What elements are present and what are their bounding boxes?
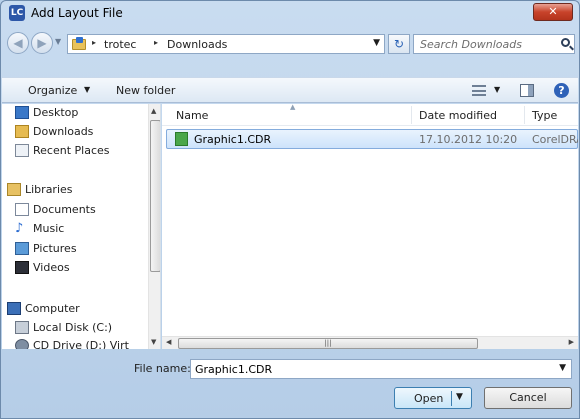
sort-ascending-icon: ▲ xyxy=(290,104,296,111)
local-disk-icon xyxy=(15,321,29,334)
sidebar-item-computer[interactable]: Computer xyxy=(2,300,147,318)
open-options-dropdown-icon[interactable]: ▼ xyxy=(456,392,463,402)
breadcrumb-downloads[interactable]: Downloads xyxy=(167,38,227,51)
close-button[interactable]: ✕ xyxy=(533,3,573,21)
scroll-left-icon[interactable]: ◀ xyxy=(166,338,171,346)
window-title: Add Layout File xyxy=(31,6,123,20)
file-name: Graphic1.CDR xyxy=(194,133,272,146)
sidebar-item-label: Videos xyxy=(33,261,70,274)
forward-button[interactable]: ▶ xyxy=(31,32,53,54)
file-row-graphic1[interactable]: Graphic1.CDR 17.10.2012 10:20 CorelDRAW xyxy=(166,129,578,149)
downloads-folder-icon xyxy=(15,125,29,138)
breadcrumb-separator-icon[interactable]: ▸ xyxy=(92,38,96,47)
address-bar[interactable]: ▸ trotec ▸ Downloads ▼ xyxy=(67,34,385,54)
file-type: CorelDRAW xyxy=(532,133,578,146)
close-icon: ✕ xyxy=(548,5,558,18)
recent-locations-dropdown[interactable]: ▼ xyxy=(55,37,61,46)
organize-dropdown-icon[interactable]: ▼ xyxy=(84,85,90,94)
sidebar-item-label: Local Disk (C:) xyxy=(33,321,113,334)
sidebar-item-label: Recent Places xyxy=(33,144,110,157)
coreldraw-file-icon xyxy=(175,132,188,146)
search-icon[interactable] xyxy=(561,38,570,47)
title-bar: LC Add Layout File ✕ xyxy=(1,1,579,25)
navigation-pane: Desktop Downloads Recent Places Librarie… xyxy=(2,104,161,349)
sidebar-item-label: Pictures xyxy=(33,242,77,255)
sidebar-item-label: Documents xyxy=(33,203,96,216)
add-layout-file-dialog: LC Add Layout File ✕ ◀ ▶ ▼ ▸ trotec ▸ Do… xyxy=(0,0,580,419)
forward-arrow-icon: ▶ xyxy=(37,36,47,50)
pictures-icon xyxy=(15,242,29,255)
cancel-button[interactable]: Cancel xyxy=(484,387,572,409)
open-button-label: Open xyxy=(414,392,444,405)
organize-button[interactable]: Organize xyxy=(28,84,77,97)
sidebar-item-downloads[interactable]: Downloads xyxy=(2,123,147,141)
documents-icon xyxy=(15,203,29,216)
scroll-right-icon[interactable]: ▶ xyxy=(569,338,574,346)
column-header-type[interactable]: Type xyxy=(532,109,557,122)
file-date-modified: 17.10.2012 10:20 xyxy=(419,133,518,146)
scroll-down-icon[interactable]: ▼ xyxy=(151,338,156,346)
file-name-field[interactable]: ▼ xyxy=(190,359,572,379)
sidebar-item-documents[interactable]: Documents xyxy=(2,201,147,219)
sidebar-item-label: Desktop xyxy=(33,106,79,119)
column-header-name[interactable]: Name xyxy=(176,109,208,122)
cd-drive-icon xyxy=(15,339,29,349)
sidebar-item-cd-drive[interactable]: CD Drive (D:) Virt xyxy=(2,337,147,349)
horizontal-scrollbar[interactable]: ◀ ||| ▶ xyxy=(162,336,578,349)
sidebar-item-label: Computer xyxy=(25,302,80,315)
navigation-scrollbar-thumb[interactable] xyxy=(150,120,160,272)
file-name-dropdown-icon[interactable]: ▼ xyxy=(559,363,566,373)
column-header-date-modified[interactable]: Date modified xyxy=(419,109,497,122)
music-icon: ♪ xyxy=(15,222,29,235)
breadcrumb-trotec[interactable]: trotec xyxy=(104,38,136,51)
command-toolbar: Organize ▼ New folder ▼ ? xyxy=(2,77,578,103)
sidebar-item-label: Music xyxy=(33,222,65,235)
open-split-divider xyxy=(451,391,452,406)
back-button[interactable]: ◀ xyxy=(7,32,29,54)
recent-places-icon xyxy=(15,144,29,157)
column-divider[interactable] xyxy=(524,106,525,124)
app-icon: LC xyxy=(9,5,25,21)
sidebar-item-videos[interactable]: Videos xyxy=(2,259,147,277)
open-button[interactable]: Open ▼ xyxy=(394,387,472,409)
views-dropdown-icon[interactable]: ▼ xyxy=(494,85,500,94)
downloads-folder-icon xyxy=(72,37,86,50)
back-arrow-icon: ◀ xyxy=(13,36,23,50)
sidebar-item-libraries[interactable]: Libraries xyxy=(2,181,147,199)
column-header-row: Name ▲ Date modified Type xyxy=(162,104,578,126)
navigation-scrollbar[interactable]: ▲ ▼ xyxy=(148,104,160,349)
sidebar-item-pictures[interactable]: Pictures xyxy=(2,240,147,258)
scroll-up-icon[interactable]: ▲ xyxy=(151,107,156,115)
search-input[interactable] xyxy=(414,35,554,53)
refresh-button[interactable]: ↻ xyxy=(388,34,410,54)
sidebar-item-recent-places[interactable]: Recent Places xyxy=(2,142,147,160)
horizontal-scrollbar-thumb[interactable]: ||| xyxy=(178,338,478,349)
sidebar-item-music[interactable]: ♪ Music xyxy=(2,220,147,238)
computer-icon xyxy=(7,302,21,315)
file-name-input[interactable] xyxy=(191,360,551,378)
sidebar-item-local-disk[interactable]: Local Disk (C:) xyxy=(2,319,147,337)
change-view-icon[interactable] xyxy=(472,85,486,96)
column-divider[interactable] xyxy=(411,106,412,124)
sidebar-item-desktop[interactable]: Desktop xyxy=(2,104,147,122)
help-icon[interactable]: ? xyxy=(554,83,569,98)
address-dropdown-icon[interactable]: ▼ xyxy=(373,38,380,48)
file-list: Name ▲ Date modified Type Graphic1.CDR 1… xyxy=(162,104,578,349)
preview-pane-icon[interactable] xyxy=(520,84,534,97)
search-box[interactable] xyxy=(413,34,575,54)
sidebar-item-label: CD Drive (D:) Virt xyxy=(33,339,129,349)
sidebar-item-label: Libraries xyxy=(25,183,73,196)
refresh-icon: ↻ xyxy=(393,37,405,51)
desktop-icon xyxy=(15,106,29,119)
libraries-icon xyxy=(7,183,21,196)
new-folder-button[interactable]: New folder xyxy=(116,84,175,97)
file-name-label: File name: xyxy=(134,362,191,375)
videos-icon xyxy=(15,261,29,274)
sidebar-item-label: Downloads xyxy=(33,125,94,138)
breadcrumb-separator-icon[interactable]: ▸ xyxy=(154,38,158,47)
